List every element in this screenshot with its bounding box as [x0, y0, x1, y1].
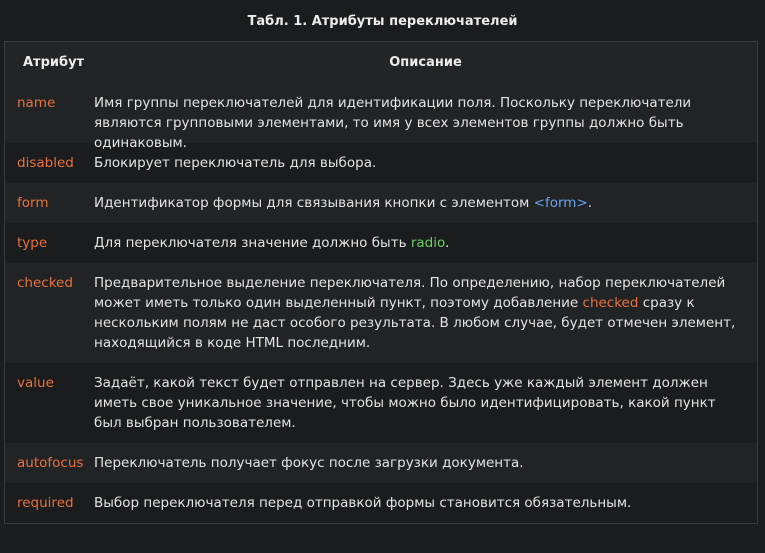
attributes-table: Атрибут Описание name Имя группы переклю…	[4, 41, 758, 524]
attribute-description: Задаёт, какой текст будет отправлен на с…	[94, 375, 716, 431]
attribute-description: Для переключателя значение должно быть r…	[94, 233, 757, 253]
code-tag-link[interactable]: <form>	[534, 195, 588, 211]
column-header-attribute: Атрибут	[23, 54, 85, 70]
attribute-name: form	[17, 195, 49, 211]
attribute-description: Переключатель получает фокус после загру…	[94, 455, 524, 471]
attribute-name: disabled	[17, 155, 74, 171]
attribute-name: type	[17, 235, 48, 251]
description-text: Идентификатор формы для связывания кнопк…	[94, 195, 534, 211]
column-header-description: Описание	[389, 54, 462, 70]
attribute-description: Идентификатор формы для связывания кнопк…	[94, 193, 757, 213]
table-header-row: Атрибут Описание	[5, 42, 757, 83]
attribute-description: Выбор переключателя перед отправкой форм…	[94, 495, 632, 511]
code-value: radio	[410, 235, 445, 251]
attribute-name: autofocus	[17, 455, 84, 471]
table-row: form Идентификатор формы для связывания …	[5, 183, 757, 223]
description-text: Для переключателя значение должно быть	[94, 235, 411, 251]
table-row: name Имя группы переключателей для идент…	[5, 83, 757, 151]
table-row: type Для переключателя значение должно б…	[5, 223, 757, 263]
table-row: autofocus Переключатель получает фокус п…	[5, 443, 757, 483]
table-row: checked Предварительное выделение перекл…	[5, 263, 757, 363]
attribute-name: name	[17, 95, 56, 111]
description-text: .	[587, 195, 593, 211]
attribute-description: Блокирует переключатель для выбора.	[94, 155, 377, 171]
table-row: required Выбор переключателя перед отпра…	[5, 483, 757, 523]
table-row: value Задаёт, какой текст будет отправле…	[5, 363, 757, 443]
attribute-name: value	[17, 375, 54, 391]
description-text: .	[445, 235, 450, 251]
attribute-name: checked	[17, 275, 73, 291]
table-caption: Табл. 1. Атрибуты переключателей	[247, 14, 518, 29]
attribute-description: Предварительное выделение переключателя.…	[94, 273, 757, 353]
attribute-description: Имя группы переключателей для идентифика…	[94, 95, 692, 151]
attribute-name: required	[17, 495, 74, 511]
code-attribute: checked	[582, 295, 639, 311]
